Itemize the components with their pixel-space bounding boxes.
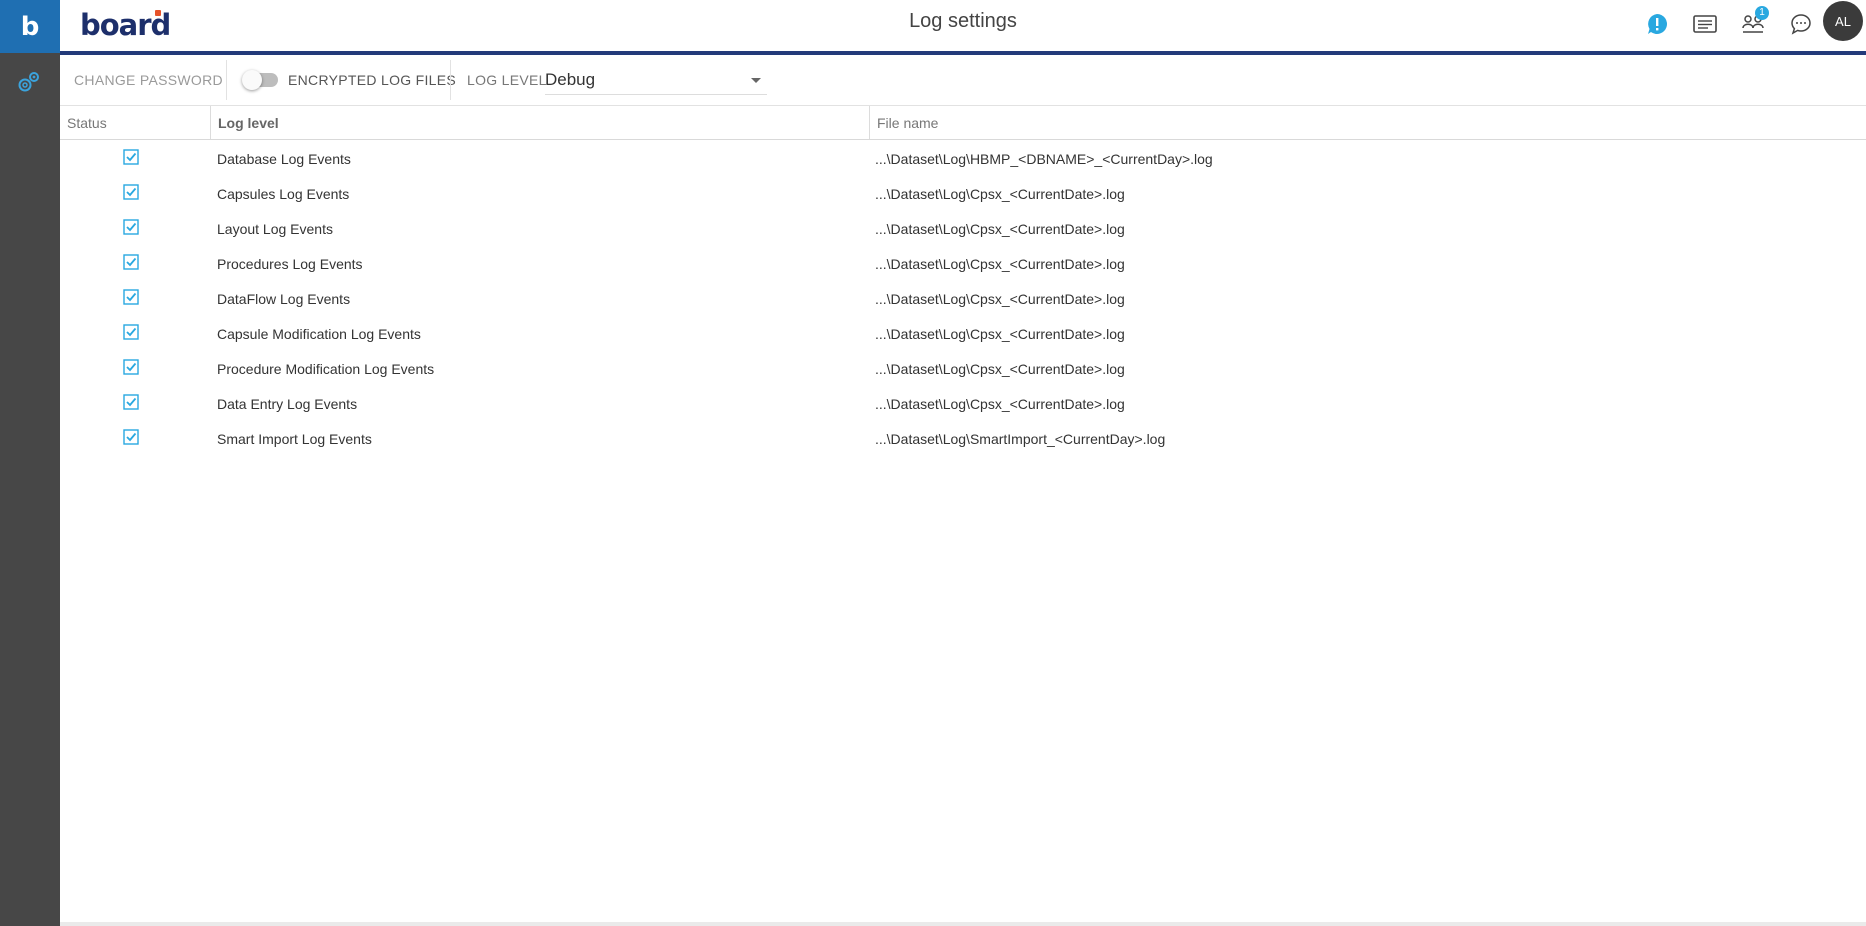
checkbox-checked-icon[interactable] — [123, 359, 139, 375]
table-row[interactable]: DataFlow Log Events ...\Dataset\Log\Cpsx_… — [60, 281, 1866, 316]
table-row[interactable]: Data Entry Log Events ...\Dataset\Log\Cps… — [60, 386, 1866, 421]
table-row[interactable]: Capsule Modification Log Events ...\Datas… — [60, 316, 1866, 351]
checkbox-checked-icon[interactable] — [123, 394, 139, 410]
log-level-cell: Layout Log Events — [217, 220, 333, 237]
checkbox-checked-icon[interactable] — [123, 184, 139, 200]
toolbar-divider — [450, 60, 451, 100]
column-header-log-level[interactable]: Log level — [211, 106, 869, 139]
file-name-cell: ...\Dataset\Log\Cpsx_<CurrentDate>.log — [875, 290, 1125, 307]
checkbox-checked-icon[interactable] — [123, 429, 139, 445]
encrypted-log-files-toggle[interactable]: ENCRYPTED LOG FILES — [242, 55, 457, 105]
log-level-cell: Capsules Log Events — [217, 185, 350, 202]
change-password-button[interactable]: CHANGE PASSWORD — [74, 55, 223, 105]
file-name-cell: ...\Dataset\Log\Cpsx_<CurrentDate>.log — [875, 325, 1125, 342]
checkbox-checked-icon[interactable] — [123, 289, 139, 305]
toggle-switch[interactable] — [242, 70, 278, 90]
log-level-cell: Data Entry Log Events — [217, 395, 358, 412]
log-level-cell: Capsule Modification Log Events — [217, 325, 421, 342]
list-card-icon — [1693, 15, 1717, 33]
toggle-knob — [242, 70, 262, 90]
checkbox-checked-icon[interactable] — [123, 149, 139, 165]
gears-icon[interactable] — [15, 68, 43, 96]
file-name-cell: ...\Dataset\Log\Cpsx_<CurrentDate>.log — [875, 220, 1125, 237]
table-row[interactable]: Database Log Events ...\Dataset\Log\HBMP_… — [60, 141, 1866, 176]
log-level-cell: Procedure Modification Log Events — [217, 360, 435, 377]
checkbox-checked-icon[interactable] — [123, 219, 139, 235]
rail-brand[interactable]: b — [0, 0, 60, 53]
file-name-cell: ...\Dataset\Log\Cpsx_<CurrentDate>.log — [875, 360, 1125, 377]
table-row[interactable]: Smart Import Log Events ...\Dataset\Log\S… — [60, 421, 1866, 456]
chat-button[interactable] — [1786, 9, 1816, 39]
encrypted-log-files-label: ENCRYPTED LOG FILES — [288, 72, 457, 88]
table-row[interactable]: Layout Log Events ...\Dataset\Log\Cpsx_<C… — [60, 211, 1866, 246]
log-level-cell: DataFlow Log Events — [217, 290, 351, 307]
bottom-border — [60, 922, 1866, 926]
file-name-cell: ...\Dataset\Log\SmartImport_<CurrentDay>… — [875, 430, 1166, 447]
log-level-cell: Smart Import Log Events — [217, 430, 372, 447]
collaboration-button[interactable]: 1 — [1738, 6, 1769, 39]
log-level-select[interactable]: Debug — [545, 66, 767, 95]
log-level-cell: Procedures Log Events — [217, 255, 363, 272]
alert-button[interactable] — [1642, 9, 1672, 39]
notification-badge: 1 — [1755, 6, 1769, 20]
file-name-cell: ...\Dataset\Log\Cpsx_<CurrentDate>.log — [875, 395, 1125, 412]
change-password-label: CHANGE PASSWORD — [74, 72, 223, 88]
toolbar: CHANGE PASSWORD ENCRYPTED LOG FILES LOG … — [60, 55, 1866, 106]
column-header-status[interactable]: Status — [60, 106, 210, 139]
left-rail: b — [0, 0, 60, 926]
table-row[interactable]: Procedure Modification Log Events ...\Dat… — [60, 351, 1866, 386]
column-header-file-name[interactable]: File name — [870, 106, 1860, 139]
list-button[interactable] — [1690, 9, 1720, 39]
app-header: Log settings 1 — [60, 0, 1866, 51]
checkbox-checked-icon[interactable] — [123, 324, 139, 340]
user-avatar[interactable]: AL — [1823, 1, 1863, 41]
file-name-cell: ...\Dataset\Log\Cpsx_<CurrentDate>.log — [875, 185, 1125, 202]
table-row[interactable]: Procedures Log Events ...\Dataset\Log\Cps… — [60, 246, 1866, 281]
chevron-down-icon — [751, 77, 761, 83]
log-level-label: LOG LEVEL — [467, 72, 547, 88]
log-level-cell: Database Log Events — [217, 150, 351, 167]
board-logo: board — [80, 6, 176, 42]
alert-icon — [1648, 14, 1667, 34]
page-title: Log settings — [909, 10, 1017, 32]
rail-brand-letter: b — [20, 11, 40, 42]
file-name-cell: ...\Dataset\Log\HBMP_<DBNAME>_<CurrentDa… — [875, 150, 1213, 167]
checkbox-checked-icon[interactable] — [123, 254, 139, 270]
table-header: Status Log level File name — [60, 106, 1866, 140]
table-body: Database Log Events ...\Dataset\Log\HBMP_… — [60, 141, 1866, 456]
toolbar-divider — [226, 60, 227, 100]
chat-icon — [1791, 14, 1811, 35]
log-level-value: Debug — [545, 70, 596, 89]
file-name-cell: ...\Dataset\Log\Cpsx_<CurrentDate>.log — [875, 255, 1125, 272]
logo-dot — [155, 10, 162, 16]
table-row[interactable]: Capsules Log Events ...\Dataset\Log\Cpsx_… — [60, 176, 1866, 211]
